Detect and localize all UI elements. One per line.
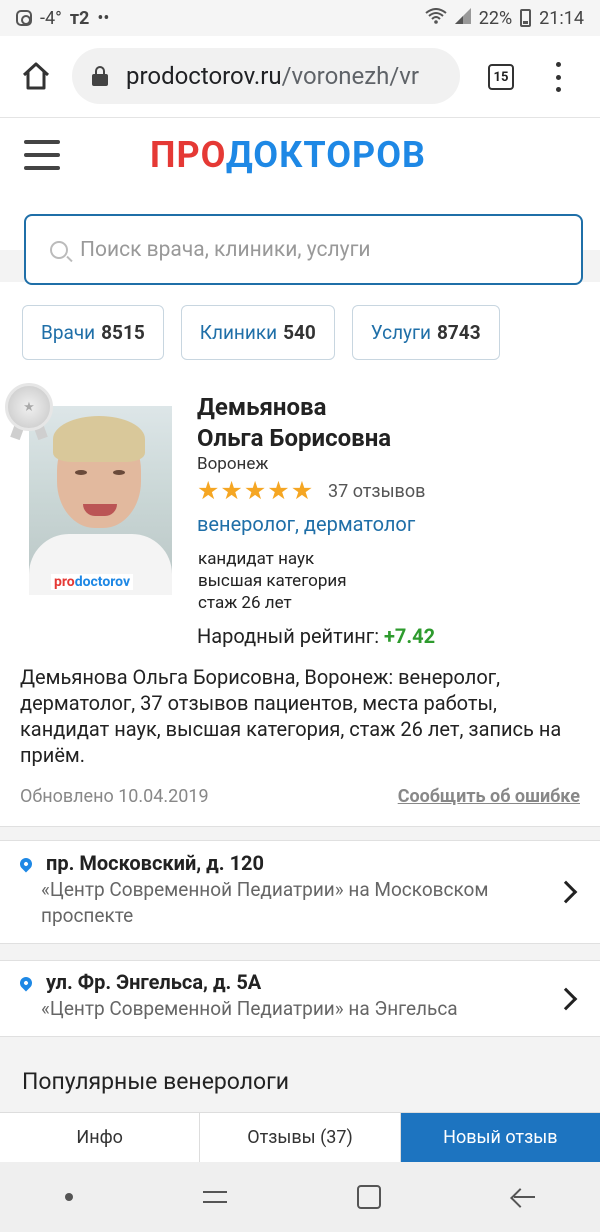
system-navigation-bar <box>0 1162 600 1232</box>
url-host: prodoctorov.ru <box>126 62 282 90</box>
tab-reviews[interactable]: Отзывы (37) <box>200 1113 401 1162</box>
search-placeholder: Поиск врача, клиники, услуги <box>80 237 371 262</box>
address-clinic: «Центр Современной Педиатрии» на Энгельс… <box>41 997 458 1020</box>
notification-dots: •• <box>97 7 110 29</box>
people-rating: Народный рейтинг: +7.42 <box>197 624 436 648</box>
star-icon: ★ <box>197 477 220 506</box>
hamburger-menu-icon[interactable] <box>24 140 60 170</box>
address-item[interactable]: ул. Фр. Энгельса, д. 5А «Центр Современн… <box>0 961 600 1036</box>
tab-info[interactable]: Инфо <box>0 1113 201 1162</box>
star-icon: ★ <box>243 477 267 506</box>
section-divider <box>0 943 600 961</box>
doctor-city: Воронеж <box>197 454 269 474</box>
location-pin-icon <box>17 974 35 993</box>
temperature: -4° <box>40 7 62 29</box>
signal-icon <box>454 7 471 29</box>
recent-apps-icon[interactable] <box>203 1187 227 1207</box>
address-street: ул. Фр. Энгельса, д. 5А <box>46 970 262 994</box>
category-clinics-button[interactable]: Клиники 540 <box>180 305 335 360</box>
doctor-name: Демьянова Ольга Борисовна <box>197 393 392 452</box>
lock-icon <box>92 66 108 86</box>
bottom-action-bar: Инфо Отзывы (37) Новый отзыв <box>0 1112 600 1162</box>
clock: 21:14 <box>539 7 584 29</box>
category-services-button[interactable]: Услуги 8743 <box>351 305 500 360</box>
category-buttons: Врачи 8515 Клиники 540 Услуги 8743 <box>22 305 500 360</box>
wifi-icon <box>425 7 447 29</box>
home-button-icon[interactable] <box>357 1185 381 1209</box>
battery-icon <box>520 9 532 27</box>
doctor-specialties[interactable]: венеролог, дерматолог <box>197 512 415 536</box>
rating-value: +7.42 <box>384 624 436 648</box>
report-error-link[interactable]: Сообщить об ошибке <box>398 786 580 807</box>
address-item[interactable]: пр. Московский, д. 120 «Центр Современно… <box>0 842 600 943</box>
tab-switcher-button[interactable]: 15 <box>488 64 514 90</box>
carrier-label: т2 <box>69 7 90 29</box>
award-medal-icon: ★ <box>5 383 55 441</box>
category-doctors-button[interactable]: Врачи 8515 <box>22 305 164 360</box>
chevron-right-icon <box>554 987 578 1011</box>
site-header: ПРОДОКТОРОВ <box>0 118 600 198</box>
address-bar[interactable]: prodoctorov.ru/voronezh/vr <box>72 48 460 104</box>
chevron-right-icon <box>554 880 578 904</box>
battery-percent: 22% <box>478 7 513 29</box>
new-review-button[interactable]: Новый отзыв <box>400 1113 600 1162</box>
address-street: пр. Московский, д. 120 <box>46 851 264 875</box>
doctor-description: Демьянова Ольга Борисовна, Воронеж: вене… <box>20 665 562 767</box>
updated-date: Обновлено 10.04.2019 <box>20 786 209 807</box>
section-divider <box>0 826 600 841</box>
more-menu-icon[interactable] <box>553 62 563 92</box>
browser-toolbar: prodoctorov.ru/voronezh/vr 15 <box>0 36 600 118</box>
assistant-dot-icon[interactable] <box>65 1193 73 1201</box>
back-icon[interactable] <box>511 1187 535 1207</box>
site-logo[interactable]: ПРОДОКТОРОВ <box>150 134 426 176</box>
star-icon: ★ <box>220 477 243 506</box>
popular-section-title: Популярные венерологи <box>22 1068 290 1095</box>
reviews-count[interactable]: 37 отзывов <box>328 481 425 502</box>
instagram-icon <box>16 10 32 26</box>
star-rating: ★ ★ ★ ★ ★ <box>197 479 313 504</box>
star-icon: ★ <box>290 477 314 506</box>
address-clinic: «Центр Современной Педиатрии» на Московс… <box>41 878 489 927</box>
location-pin-icon <box>17 855 35 874</box>
status-bar: -4° т2 •• 22% 21:14 <box>0 0 600 36</box>
doctor-qualifications: кандидат наук высшая категория стаж 26 л… <box>198 549 347 613</box>
home-icon[interactable] <box>18 58 54 94</box>
search-input[interactable]: Поиск врача, клиники, услуги <box>24 214 583 285</box>
search-icon <box>50 240 68 259</box>
url-path: /voronezh/vr <box>281 62 420 90</box>
star-icon: ★ <box>267 477 290 506</box>
photo-watermark: prodoctorov <box>51 574 134 590</box>
